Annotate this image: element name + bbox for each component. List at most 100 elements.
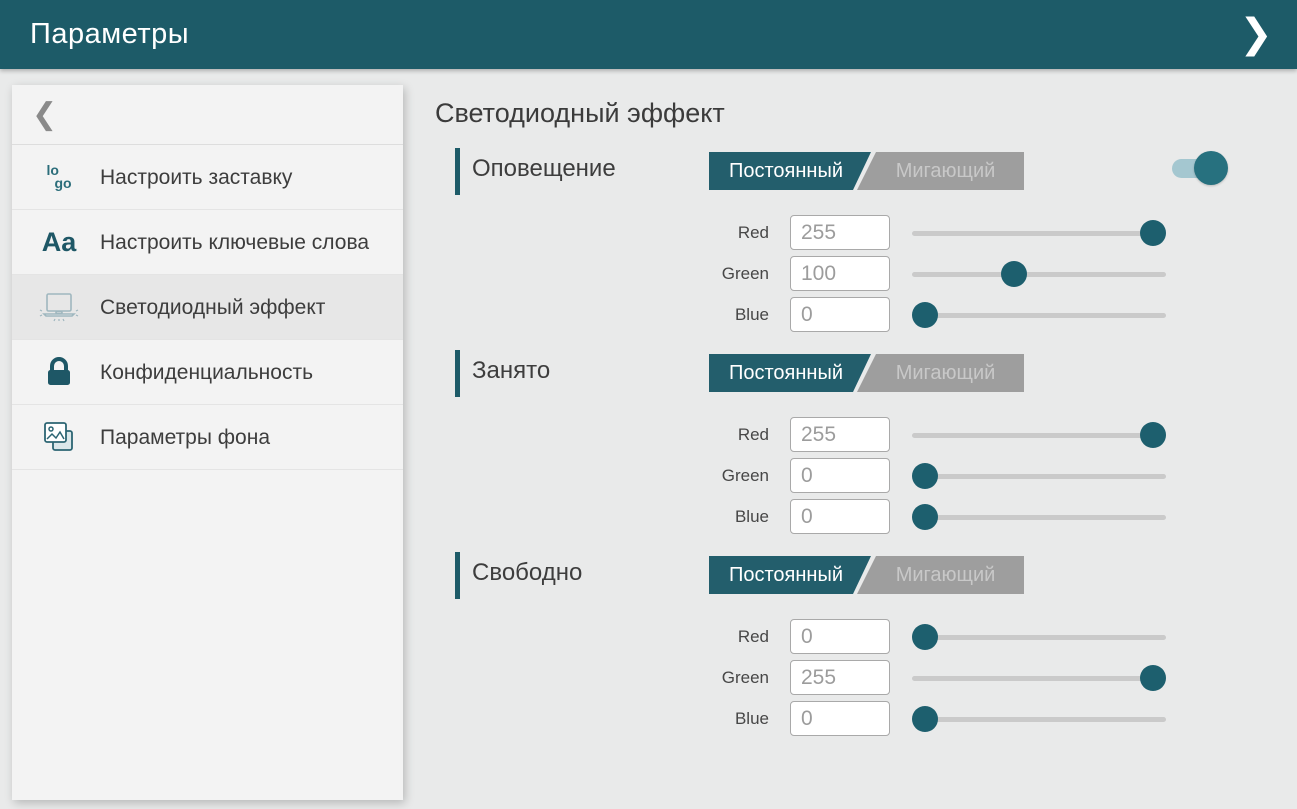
sidebar-item-label: Настроить заставку [100,164,292,191]
channel-slider[interactable] [912,261,1166,287]
background-images-icon [36,419,82,455]
channel-label: Green [435,264,790,284]
led-section-1: Занято Постоянный Мигающий Red Green Blu… [435,350,1297,398]
mode-option-blinking[interactable]: Мигающий [857,152,1024,190]
channel-value-input[interactable] [790,499,890,534]
section-header: Оповещение Постоянный Мигающий [435,148,1297,196]
channel-value-input[interactable] [790,701,890,736]
mode-toggle: Постоянный Мигающий [709,556,1024,594]
channel-value-input[interactable] [790,619,890,654]
mode-option-constant[interactable]: Постоянный [709,354,871,392]
settings-window: Параметры ❯ ❮ logo Настроить заставку Aa… [0,0,1297,809]
accent-bar [455,350,460,397]
channel-slider[interactable] [912,220,1166,246]
channel-label: Red [435,223,790,243]
channel-row: Blue [435,496,1297,537]
channel-label: Red [435,627,790,647]
slider-track [912,474,1166,479]
sidebar-item-label: Параметры фона [100,424,270,451]
channel-rows: Red Green Blue [435,414,1297,537]
sidebar-item-label: Настроить ключевые слова [100,229,369,256]
keywords-icon: Aa [36,229,82,256]
logo-icon: logo [36,164,82,190]
switch-knob [1194,151,1228,185]
channel-value-input[interactable] [790,297,890,332]
channel-slider[interactable] [912,422,1166,448]
channel-slider[interactable] [912,624,1166,650]
slider-track [912,231,1166,236]
channel-slider[interactable] [912,706,1166,732]
sidebar-item-3[interactable]: Конфиденциальность [12,340,403,405]
channel-slider[interactable] [912,504,1166,530]
slider-thumb[interactable] [912,504,938,530]
channel-label: Red [435,425,790,445]
section-header: Свободно Постоянный Мигающий [435,552,1297,600]
channel-slider[interactable] [912,302,1166,328]
channel-rows: Red Green Blue [435,616,1297,739]
channel-value-input[interactable] [790,256,890,291]
section-name: Свободно [472,559,582,587]
channel-row: Green [435,657,1297,698]
slider-thumb[interactable] [1140,422,1166,448]
lock-icon [36,355,82,389]
sidebar-item-2[interactable]: Светодиодный эффект [12,275,403,340]
sidebar-item-4[interactable]: Параметры фона [12,405,403,470]
channel-row: Red [435,616,1297,657]
slider-thumb[interactable] [1140,220,1166,246]
accent-bar [455,148,460,195]
channel-slider[interactable] [912,463,1166,489]
slider-track [912,272,1166,277]
channel-value-input[interactable] [790,660,890,695]
channel-slider[interactable] [912,665,1166,691]
enable-switch[interactable] [1170,150,1228,186]
channel-label: Green [435,466,790,486]
mode-option-blinking[interactable]: Мигающий [857,556,1024,594]
channel-row: Red [435,414,1297,455]
mode-toggle: Постоянный Мигающий [709,152,1024,190]
slider-track [912,635,1166,640]
settings-sidebar: ❮ logo Настроить заставку Aa Настроить к… [12,85,403,800]
sidebar-back-button[interactable]: ❮ [12,85,403,145]
led-section-2: Свободно Постоянный Мигающий Red Green B… [435,552,1297,600]
page-title: Параметры [30,18,189,51]
section-title: Светодиодный эффект [435,98,725,129]
sidebar-item-1[interactable]: Aa Настроить ключевые слова [12,210,403,275]
channel-row: Red [435,212,1297,253]
chevron-left-icon: ❮ [32,97,57,132]
channel-label: Blue [435,305,790,325]
led-effect-panel: Светодиодный эффект Оповещение Постоянны… [435,0,1297,809]
led-section-0: Оповещение Постоянный Мигающий Red Green [435,148,1297,196]
channel-row: Blue [435,294,1297,335]
slider-thumb[interactable] [912,463,938,489]
slider-thumb[interactable] [912,624,938,650]
slider-thumb[interactable] [1001,261,1027,287]
mode-option-constant[interactable]: Постоянный [709,152,871,190]
slider-thumb[interactable] [912,302,938,328]
channel-value-input[interactable] [790,458,890,493]
channel-row: Blue [435,698,1297,739]
slider-track [912,676,1166,681]
slider-track [912,717,1166,722]
channel-label: Green [435,668,790,688]
channel-value-input[interactable] [790,215,890,250]
channel-rows: Red Green Blue [435,212,1297,335]
slider-track [912,313,1166,318]
slider-thumb[interactable] [1140,665,1166,691]
mode-option-blinking[interactable]: Мигающий [857,354,1024,392]
collapse-panel-button[interactable]: ❯ [1229,8,1283,60]
channel-value-input[interactable] [790,417,890,452]
channel-row: Green [435,455,1297,496]
accent-bar [455,552,460,599]
section-name: Оповещение [472,155,616,183]
mode-option-constant[interactable]: Постоянный [709,556,871,594]
led-display-icon [36,291,82,323]
channel-label: Blue [435,507,790,527]
slider-thumb[interactable] [912,706,938,732]
chevron-right-icon: ❯ [1239,11,1273,57]
mode-toggle: Постоянный Мигающий [709,354,1024,392]
slider-track [912,515,1166,520]
slider-track [912,433,1166,438]
sidebar-item-label: Конфиденциальность [100,359,313,386]
section-header: Занято Постоянный Мигающий [435,350,1297,398]
sidebar-item-0[interactable]: logo Настроить заставку [12,145,403,210]
